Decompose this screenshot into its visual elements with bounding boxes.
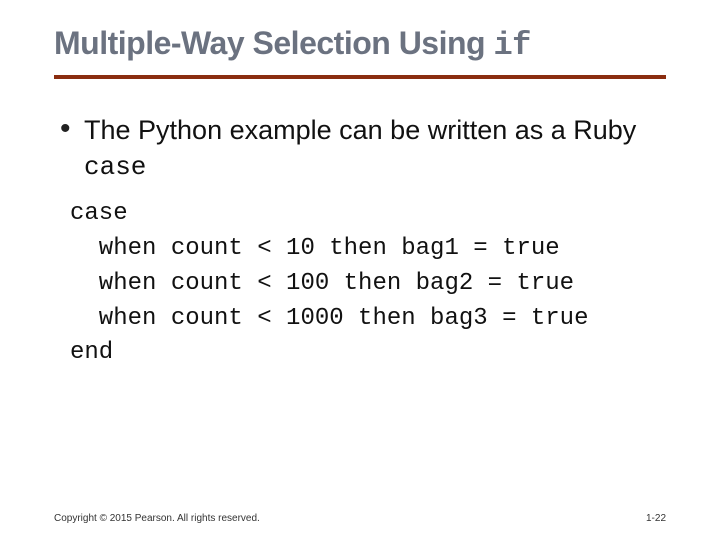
title-text: Multiple-Way Selection Using <box>54 25 493 61</box>
bullet-code: case <box>84 152 146 182</box>
slide: Multiple-Way Selection Using if The Pyth… <box>0 0 720 540</box>
bullet-text: The Python example can be written as a R… <box>84 115 636 145</box>
title-rule <box>54 75 666 79</box>
page-number: 1-22 <box>646 513 666 524</box>
bullet-list: The Python example can be written as a R… <box>54 113 666 185</box>
bullet-item: The Python example can be written as a R… <box>54 113 666 185</box>
title-code: if <box>493 27 530 64</box>
footer: Copyright © 2015 Pearson. All rights res… <box>54 513 666 524</box>
code-block: case when count < 10 then bag1 = true wh… <box>70 197 666 371</box>
slide-title: Multiple-Way Selection Using if <box>54 24 666 65</box>
copyright-text: Copyright © 2015 Pearson. All rights res… <box>54 513 260 524</box>
